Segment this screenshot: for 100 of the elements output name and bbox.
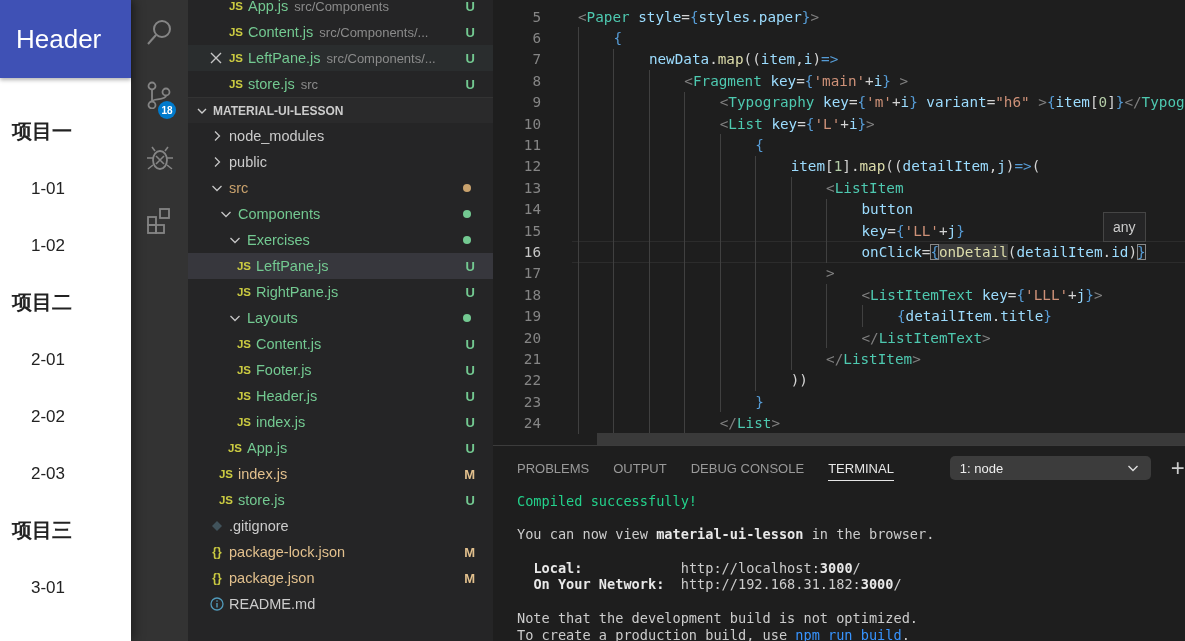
git-status: M: [464, 570, 475, 586]
file-name: store.js: [248, 76, 295, 92]
diamond-icon: [211, 520, 223, 532]
line-number: 22: [522, 372, 541, 389]
line-number: 16: [522, 244, 541, 260]
file-name: App.js: [248, 0, 289, 14]
code-line: >: [578, 262, 835, 285]
folder-name: public: [229, 154, 267, 170]
group-title: 项目三: [10, 518, 72, 543]
file-name: Content.js: [256, 336, 322, 352]
horizontal-scrollbar[interactable]: [597, 433, 1185, 445]
folder-item[interactable]: Exercises: [188, 227, 493, 253]
git-status: U: [465, 388, 475, 404]
js-file-icon: JS: [218, 468, 234, 480]
file-item[interactable]: JS Footer.js U: [188, 357, 493, 383]
panel-tab[interactable]: DEBUG CONSOLE: [690, 455, 805, 481]
code-line: <Paper style={styles.paper}>: [578, 7, 820, 27]
file-name: package-lock.json: [229, 544, 346, 560]
open-editor-item[interactable]: JS App.js src/Components U: [188, 0, 493, 19]
list-item[interactable]: 1-01: [0, 178, 66, 199]
list-item[interactable]: 2-02: [0, 406, 66, 427]
code-line: </ListItem>: [578, 348, 921, 370]
code-line: key={'LL'+j}: [578, 219, 965, 242]
file-item[interactable]: README.md: [188, 591, 493, 617]
line-number: 17: [522, 265, 541, 282]
file-path: src/Components/...: [326, 50, 436, 66]
json-file-icon: {}: [209, 571, 225, 585]
file-name: index.js: [256, 414, 306, 430]
group-title: 项目二: [10, 290, 72, 315]
file-name: .gitignore: [229, 518, 289, 534]
file-item[interactable]: JS store.js U: [188, 487, 493, 513]
js-file-icon: JS: [236, 338, 252, 350]
file-item[interactable]: JS RightPane.js U: [188, 279, 493, 305]
project-section-header[interactable]: MATERIAL-UI-LESSON: [188, 97, 493, 123]
file-item[interactable]: JS Content.js U: [188, 331, 493, 357]
new-terminal-button[interactable]: +: [1170, 456, 1185, 480]
list-item[interactable]: 2-03: [0, 463, 66, 484]
list-item[interactable]: 1-02: [0, 235, 66, 256]
line-number: 18: [522, 286, 541, 303]
js-file-icon: JS: [228, 26, 244, 38]
count-badge: 18: [158, 101, 176, 119]
git-status: U: [465, 0, 475, 14]
panel-tab[interactable]: OUTPUT: [613, 455, 667, 481]
terminal-name: 1: node: [959, 460, 1004, 476]
close-icon[interactable]: [210, 52, 222, 64]
file-item[interactable]: {} package.json M: [188, 565, 493, 591]
git-status: U: [465, 50, 475, 66]
line-number: 23: [522, 393, 541, 410]
file-item[interactable]: JS Header.js U: [188, 383, 493, 409]
terminal-line: Local: http://localhost:3000/: [532, 559, 862, 577]
type-tooltip: any: [1103, 212, 1146, 242]
file-item[interactable]: JS index.js M: [188, 461, 493, 487]
git-status: M: [464, 544, 475, 560]
list-item[interactable]: 2-01: [0, 349, 66, 370]
open-editor-item[interactable]: JS LeftPane.js src/Components/... U: [188, 45, 493, 71]
folder-item[interactable]: node_modules: [188, 123, 493, 149]
terminal-line: Compiled successfully!: [517, 493, 699, 510]
git-status: M: [464, 466, 475, 482]
search-icon[interactable]: [145, 17, 174, 46]
code-line: <Typography key={'m'+i} variant="h6" >{item[0]}</Typog: [578, 91, 1185, 113]
code-line: {: [578, 134, 764, 156]
file-item[interactable]: JS App.js U: [188, 435, 493, 461]
file-path: src/Components/...: [319, 24, 429, 40]
folder-item[interactable]: Layouts: [188, 305, 493, 331]
js-file-icon: JS: [218, 494, 234, 506]
code-line: }: [578, 391, 764, 413]
code-line: item[1].map((detailItem,j)=>(: [578, 155, 1041, 178]
file-name: Content.js: [248, 24, 314, 40]
info-icon: [210, 597, 224, 611]
file-item[interactable]: JS index.js U: [188, 409, 493, 435]
js-file-icon: JS: [236, 364, 252, 376]
file-name: index.js: [238, 466, 288, 482]
code-line: <List key={'L'+i}>: [578, 112, 875, 135]
terminal-line: You can now view material-ui-lesson in the browser.: [517, 526, 936, 544]
file-item[interactable]: .gitignore: [188, 513, 493, 539]
js-file-icon: JS: [236, 390, 252, 402]
line-number: 8: [531, 72, 541, 89]
line-number: 14: [522, 201, 541, 218]
js-file-icon: JS: [227, 442, 243, 454]
folder-item[interactable]: public: [188, 149, 493, 175]
file-name: RightPane.js: [256, 284, 339, 300]
git-status: U: [465, 24, 475, 40]
git-status: U: [465, 362, 475, 378]
folder-item[interactable]: src: [188, 175, 493, 201]
line-number: 9: [531, 94, 541, 111]
open-editor-item[interactable]: JS store.js src U: [188, 71, 493, 97]
terminal-select[interactable]: 1: node: [949, 456, 1151, 480]
file-item[interactable]: JS LeftPane.js U: [188, 253, 493, 279]
folder-item[interactable]: Components: [188, 201, 493, 227]
list-item[interactable]: 3-01: [0, 577, 66, 598]
line-number: 12: [522, 158, 541, 175]
file-item[interactable]: {} package-lock.json M: [188, 539, 493, 565]
line-number: 15: [522, 222, 541, 239]
panel-tab[interactable]: PROBLEMS: [517, 455, 590, 481]
json-file-icon: {}: [209, 545, 225, 559]
folder-name: Layouts: [247, 310, 298, 326]
line-number: 10: [522, 115, 541, 132]
panel-tab[interactable]: TERMINAL: [828, 455, 894, 481]
open-editor-item[interactable]: JS Content.js src/Components/... U: [188, 19, 493, 45]
git-status: U: [465, 76, 475, 92]
